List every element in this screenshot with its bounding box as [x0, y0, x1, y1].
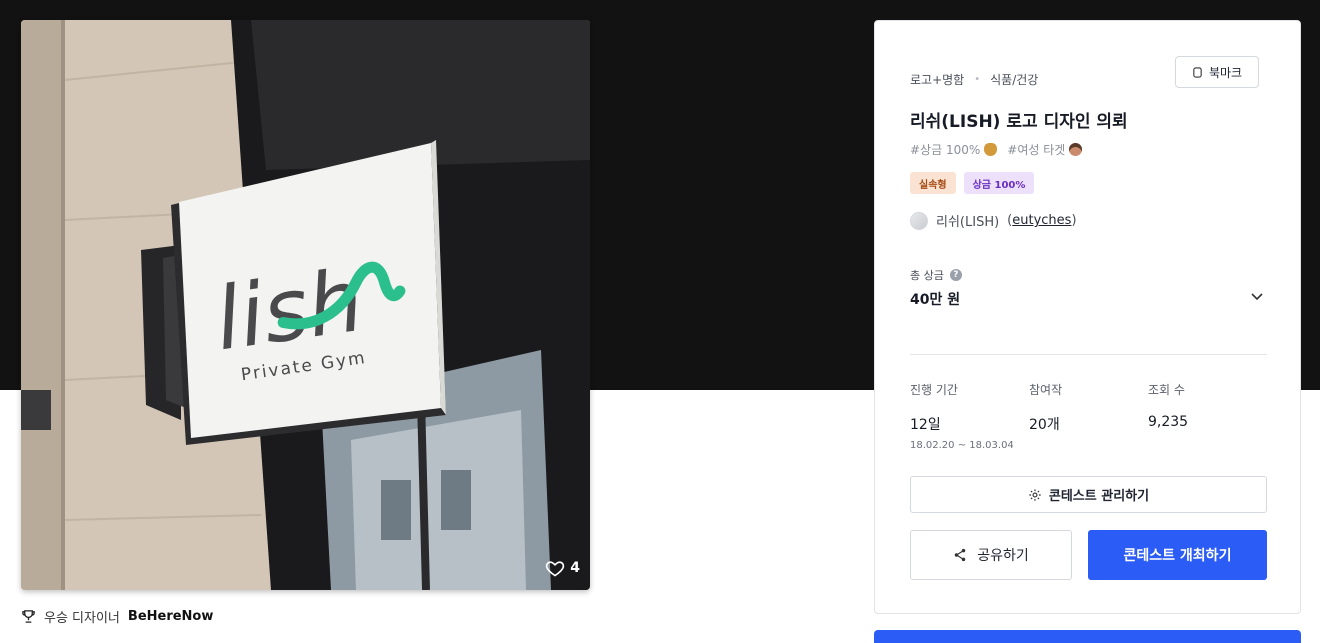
host-info: 리쉬(LISH) (eutyches)	[910, 211, 1077, 230]
breadcrumb-category[interactable]: 로고+명함	[910, 71, 964, 88]
stat-label: 조회 수	[1148, 383, 1185, 397]
hashtag-text: #여성 타겟	[1007, 143, 1066, 157]
host-avatar	[910, 211, 928, 230]
floating-action-bar[interactable]	[874, 630, 1301, 643]
share-icon	[954, 548, 966, 562]
heart-icon	[546, 561, 565, 577]
stat-entries: 참여작 20개	[1029, 381, 1148, 451]
help-icon[interactable]: ?	[949, 269, 962, 281]
hashtag-list: #상금 100% #여성 타겟	[910, 141, 1083, 158]
money-bag-icon	[984, 143, 998, 156]
manage-contest-button[interactable]: 콘테스트 관리하기	[910, 476, 1267, 513]
hashtag-text: #상금 100%	[910, 143, 981, 157]
like-badge[interactable]: 4	[545, 558, 580, 578]
breadcrumb-industry[interactable]: 식품/건강	[990, 71, 1038, 88]
prize-label: 총 상금 ?	[910, 267, 962, 283]
share-button[interactable]: 공유하기	[910, 530, 1072, 580]
manage-contest-label: 콘테스트 관리하기	[1048, 489, 1150, 504]
stat-value: 9,235	[1148, 414, 1189, 430]
bookmark-label: 북마크	[1208, 65, 1243, 80]
divider	[910, 354, 1267, 355]
stat-duration: 진행 기간 12일 18.02.20 ~ 18.03.04	[910, 381, 1029, 451]
stat-label: 진행 기간	[910, 383, 958, 397]
contest-title: 리쉬(LISH) 로고 디자인 의뢰	[910, 112, 1128, 132]
badge-full-prize: 상금 100%	[963, 172, 1035, 194]
page: lish Private Gym 4 우승 디자이너 BeHereNow 로고+…	[0, 0, 1320, 643]
hashtag-prize[interactable]: #상금 100%	[910, 141, 998, 158]
woman-face-icon	[1069, 143, 1083, 156]
hashtag-target[interactable]: #여성 타겟	[1007, 141, 1083, 158]
breadcrumb-separator: •	[974, 74, 981, 85]
chevron-down-icon[interactable]	[1248, 287, 1266, 305]
host-id-link[interactable]: eutyches	[1012, 213, 1071, 228]
gear-icon	[1029, 488, 1041, 501]
bookmark-button[interactable]: 북마크	[1175, 56, 1259, 88]
contest-stats: 진행 기간 12일 18.02.20 ~ 18.03.04 참여작 20개 조회…	[910, 381, 1267, 451]
host-contest-button[interactable]: 콘테스트 개최하기	[1088, 530, 1267, 580]
prize-value: 40만 원	[910, 292, 961, 308]
breadcrumb: 로고+명함 • 식품/건강	[910, 71, 1038, 88]
winner-info: 우승 디자이너 BeHereNow	[21, 607, 213, 626]
stat-date-range: 18.02.20 ~ 18.03.04	[910, 440, 1014, 451]
stat-label: 참여작	[1029, 383, 1063, 397]
sign-photo: lish Private Gym	[21, 20, 590, 590]
stat-views: 조회 수 9,235	[1148, 381, 1267, 451]
prize-label-text: 총 상금	[910, 269, 944, 282]
host-id-wrapper: (eutyches)	[1007, 213, 1077, 228]
badge-list: 실속형 상금 100%	[910, 172, 1035, 194]
trophy-icon	[22, 610, 35, 623]
contest-info-card: 로고+명함 • 식품/건강 북마크 리쉬(LISH) 로고 디자인 의뢰 #상금…	[874, 20, 1301, 614]
winner-label: 우승 디자이너	[44, 611, 120, 626]
stat-value: 12일	[910, 417, 941, 433]
share-label: 공유하기	[977, 548, 1029, 564]
winner-name[interactable]: BeHereNow	[128, 609, 213, 624]
host-name: 리쉬(LISH)	[936, 215, 1000, 230]
bookmark-icon	[1193, 66, 1202, 78]
like-count: 4	[570, 560, 580, 576]
stat-value: 20개	[1029, 417, 1060, 433]
badge-value-plan: 실속형	[910, 172, 956, 194]
contest-image[interactable]: lish Private Gym 4	[21, 20, 590, 590]
